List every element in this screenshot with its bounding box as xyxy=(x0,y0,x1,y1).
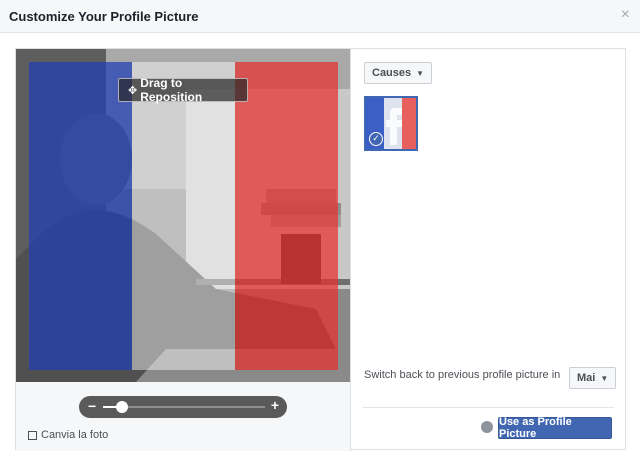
caret-down-icon: ▼ xyxy=(416,68,425,78)
switch-back-label: Switch back to previous profile picture … xyxy=(364,369,561,381)
use-as-profile-picture-button[interactable]: Use as Profile Picture xyxy=(498,416,612,440)
frame-category-dropdown[interactable]: Causes ▼ xyxy=(364,62,433,84)
checkmark-icon: ✓ xyxy=(369,132,383,146)
photo-controls: − + Canvia la foto xyxy=(16,382,350,451)
zoom-out-icon[interactable]: − xyxy=(88,398,96,414)
dialog-body: ✥ Drag to Reposition − + Canvia la foto … xyxy=(15,48,626,451)
frame-category-label: Causes xyxy=(372,67,412,79)
photo-preview[interactable]: ✥ Drag to Reposition xyxy=(16,49,350,382)
frame-thumbnail-selected[interactable]: ✓ xyxy=(364,96,418,151)
profile-picture-dialog: Customize Your Profile Picture × ✥ Drag … xyxy=(0,0,640,454)
dialog-title: Customize Your Profile Picture xyxy=(9,9,199,24)
move-icon: ✥ xyxy=(128,84,138,97)
drag-to-reposition-label: ✥ Drag to Reposition xyxy=(118,76,248,104)
dialog-header: Customize Your Profile Picture × xyxy=(0,0,640,33)
frames-panel: Causes ▼ ✓ Switch back to previous profi… xyxy=(350,49,626,451)
switch-back-value: Mai xyxy=(577,372,596,384)
globe-icon[interactable] xyxy=(481,421,493,433)
change-photo-link[interactable]: Canvia la foto xyxy=(28,429,108,441)
caret-down-icon: ▼ xyxy=(600,373,609,383)
zoom-knob[interactable] xyxy=(116,401,129,413)
footer-divider xyxy=(363,407,614,408)
close-icon[interactable]: × xyxy=(621,7,630,23)
switch-back-dropdown[interactable]: Mai ▼ xyxy=(569,367,617,389)
change-photo-label: Canvia la foto xyxy=(41,429,109,441)
zoom-slider[interactable]: − + xyxy=(79,396,287,418)
drag-label-text: Drag to Reposition xyxy=(140,76,203,104)
photo-icon xyxy=(28,430,37,440)
zoom-in-icon[interactable]: + xyxy=(271,397,279,413)
